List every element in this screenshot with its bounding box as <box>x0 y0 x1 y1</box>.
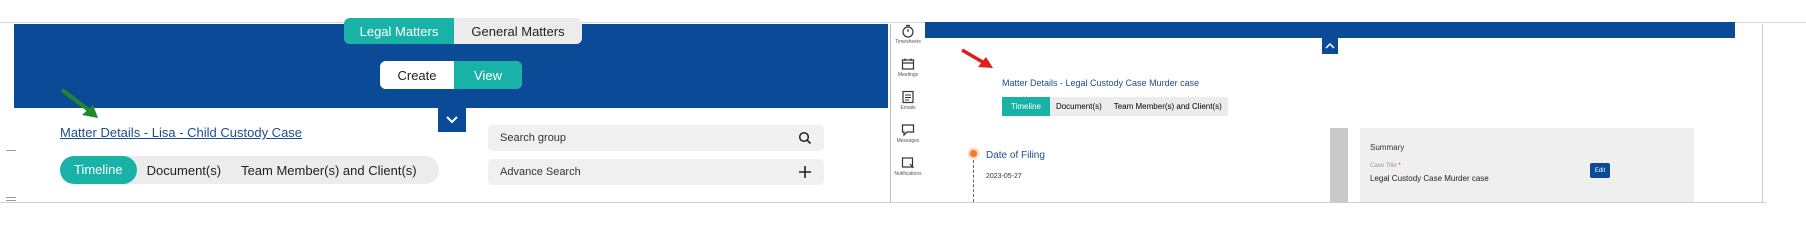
tab-team-members[interactable]: Team Member(s) and Client(s) <box>1108 102 1228 111</box>
mode-toggle: Create View <box>380 61 522 89</box>
sidebar-item-messages[interactable]: Messages <box>892 123 924 144</box>
collapse-button[interactable] <box>1322 38 1338 54</box>
summary-title: Summary <box>1370 143 1405 152</box>
panel-divider <box>890 24 891 202</box>
matter-title-link[interactable]: Matter Details - Legal Custody Case Murd… <box>1002 78 1199 88</box>
chat-icon <box>901 124 915 137</box>
notification-icon <box>901 157 914 169</box>
create-tab[interactable]: Create <box>380 61 454 89</box>
frame-border <box>1762 24 1763 202</box>
sidebar-item-label: Meetings <box>897 72 919 78</box>
tab-timeline[interactable]: Timeline <box>60 156 137 184</box>
matter-title-link[interactable]: Matter Details - Lisa - Child Custody Ca… <box>60 125 302 140</box>
sidebar-item-timesheets[interactable]: Timesheets <box>892 24 924 45</box>
chevron-up-icon <box>1325 42 1335 49</box>
matter-tabs: Timeline Document(s) Team Member(s) and … <box>60 156 439 184</box>
summary-card <box>1360 128 1694 202</box>
timeline-line <box>973 160 974 202</box>
view-tab[interactable]: View <box>454 61 522 89</box>
case-title-label: Case Title * <box>1370 163 1401 169</box>
matter-type-toggle: Legal Matters General Matters <box>344 18 582 44</box>
sidebar-item-notifications[interactable]: Notifications <box>892 156 924 177</box>
sidebar-item-meetings[interactable]: Meetings <box>892 57 924 78</box>
stopwatch-icon <box>902 24 914 38</box>
search-group-input[interactable]: Search group <box>488 125 824 151</box>
tab-team-members[interactable]: Team Member(s) and Client(s) <box>231 163 427 178</box>
side-toolbar: Timesheets Meetings Emails Messages Noti… <box>892 24 924 189</box>
search-icon <box>798 131 812 145</box>
search-placeholder: Search group <box>500 132 567 144</box>
collapse-button[interactable] <box>438 108 466 132</box>
tab-timeline[interactable]: Timeline <box>1002 97 1050 116</box>
sidebar-item-label: Timesheets <box>895 39 921 45</box>
timeline-event-date: 2023-05-27 <box>986 173 1022 180</box>
edit-button[interactable]: Edit <box>1590 163 1610 178</box>
scroll-track[interactable] <box>1330 128 1348 202</box>
top-strip <box>0 0 1806 23</box>
advance-search-label: Advance Search <box>500 166 581 178</box>
email-icon <box>902 90 914 104</box>
sidebar-item-label: Notifications <box>894 171 922 177</box>
red-arrow-icon <box>961 48 993 68</box>
header-banner <box>925 22 1735 38</box>
edge-mark <box>6 150 16 151</box>
timeline-dot <box>968 148 979 159</box>
tab-documents[interactable]: Document(s) <box>137 163 231 178</box>
calendar-icon <box>901 58 915 70</box>
sidebar-item-emails[interactable]: Emails <box>892 90 924 111</box>
edge-mark <box>6 200 16 201</box>
sidebar-item-label: Messages <box>896 138 920 144</box>
case-title-label-text: Case Title <box>1370 163 1397 169</box>
frame-border <box>0 202 1766 203</box>
matter-tabs: Timeline Document(s) Team Member(s) and … <box>1002 97 1228 116</box>
plus-icon <box>799 166 811 178</box>
edge-mark <box>6 197 16 198</box>
sidebar-item-label: Emails <box>900 105 916 111</box>
required-marker: * <box>1396 163 1401 169</box>
tab-documents[interactable]: Document(s) <box>1050 102 1108 111</box>
advance-search-row[interactable]: Advance Search <box>488 159 824 185</box>
legal-matters-tab[interactable]: Legal Matters <box>344 18 454 44</box>
green-arrow-icon <box>60 88 98 118</box>
case-title-value: Legal Custody Case Murder case <box>1370 174 1489 183</box>
timeline-event-title: Date of Filing <box>986 150 1045 161</box>
general-matters-tab[interactable]: General Matters <box>454 18 582 44</box>
chevron-down-icon <box>446 116 458 124</box>
